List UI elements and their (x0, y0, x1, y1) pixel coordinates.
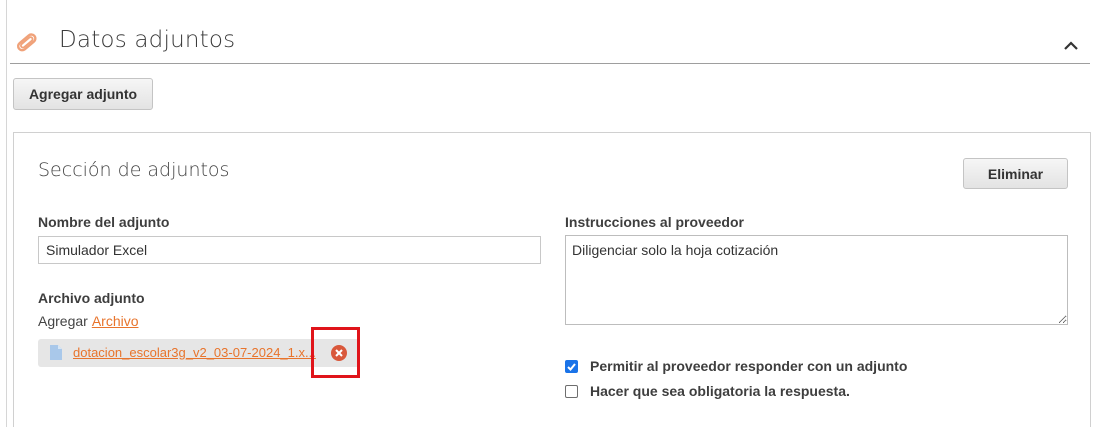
instructions-label: Instrucciones al proveedor (565, 214, 744, 230)
attachments-header: Datos adjuntos (10, 24, 1090, 64)
attachment-name-label: Nombre del adjunto (38, 214, 170, 230)
remove-circle-icon[interactable] (331, 345, 347, 361)
instructions-textarea[interactable]: Diligenciar solo la hoja cotización (565, 235, 1068, 325)
section-title: Sección de adjuntos (38, 159, 230, 181)
allow-reply-checkbox[interactable] (565, 359, 578, 373)
add-file-link[interactable]: Archivo (92, 313, 139, 329)
page-title: Datos adjuntos (59, 27, 236, 53)
delete-button[interactable]: Eliminar (963, 158, 1068, 189)
allow-reply-option[interactable]: Permitir al proveedor responder con un a… (565, 358, 907, 374)
attachment-name-input[interactable] (38, 236, 541, 264)
add-file-line: Agregar Archivo (38, 313, 139, 329)
allow-reply-label: Permitir al proveedor responder con un a… (590, 358, 908, 374)
attachment-file-label: Archivo adjunto (38, 290, 145, 306)
required-reply-checkbox[interactable] (565, 384, 578, 398)
document-icon (50, 345, 62, 360)
paperclip-icon (12, 30, 40, 56)
required-reply-label: Hacer que sea obligatoria la respuesta. (590, 383, 850, 399)
attachment-section: Sección de adjuntos Eliminar Nombre del … (13, 132, 1091, 427)
attached-file-link[interactable]: dotacion_escolar3g_v2_03-07-2024_1.x... (73, 345, 328, 360)
required-reply-option[interactable]: Hacer que sea obligatoria la respuesta. (565, 383, 850, 399)
attached-file-chip: dotacion_escolar3g_v2_03-07-2024_1.x... (38, 339, 360, 367)
chevron-up-icon[interactable] (1062, 38, 1080, 52)
add-attachment-button[interactable]: Agregar adjunto (13, 78, 153, 110)
add-file-prefix: Agregar (38, 313, 88, 329)
